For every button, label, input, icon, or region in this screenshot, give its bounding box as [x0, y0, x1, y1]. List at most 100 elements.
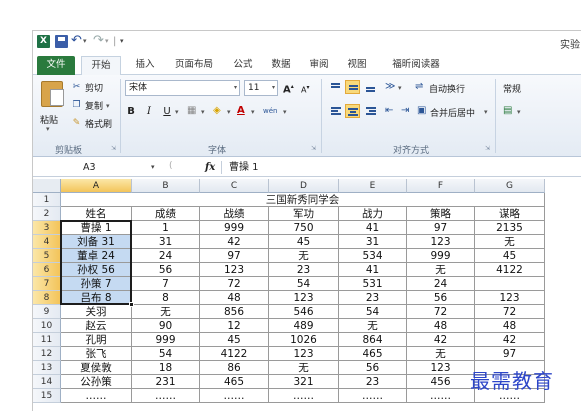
table-cell[interactable]: 48 — [200, 291, 269, 305]
font-color-button[interactable]: A — [237, 104, 245, 118]
table-cell[interactable]: 吕布 8 — [61, 291, 132, 305]
row-header-11[interactable]: 11 — [33, 333, 61, 347]
table-cell[interactable]: 56 — [407, 291, 475, 305]
align-right-button[interactable] — [363, 104, 378, 118]
table-cell[interactable]: 7 — [132, 277, 200, 291]
table-cell[interactable]: 72 — [200, 277, 269, 291]
phonetic-button[interactable]: wén — [263, 104, 277, 118]
column-header-b[interactable]: B — [132, 179, 200, 193]
clipboard-launcher-icon[interactable]: ⇲ — [111, 145, 116, 152]
table-cell[interactable]: 54 — [132, 347, 200, 361]
header-cell[interactable]: 军功 — [269, 207, 339, 221]
table-cell[interactable]: 56 — [339, 361, 407, 375]
table-cell[interactable]: …… — [200, 389, 269, 403]
table-cell[interactable]: 孙策 7 — [61, 277, 132, 291]
tab-page-layout[interactable]: 页面布局 — [169, 56, 219, 75]
header-cell[interactable]: 策略 — [407, 207, 475, 221]
table-cell[interactable]: 123 — [269, 347, 339, 361]
table-cell[interactable]: 无 — [269, 249, 339, 263]
increase-indent-icon[interactable]: ⇥ — [401, 104, 409, 118]
table-cell[interactable]: 123 — [475, 291, 545, 305]
table-cell[interactable]: 42 — [475, 333, 545, 347]
table-cell[interactable]: 张飞 — [61, 347, 132, 361]
table-cell[interactable]: 董卓 24 — [61, 249, 132, 263]
table-cell[interactable]: 无 — [269, 361, 339, 375]
table-cell[interactable]: 999 — [132, 333, 200, 347]
row-header-1[interactable]: 1 — [33, 193, 61, 207]
table-cell[interactable]: 刘备 31 — [61, 235, 132, 249]
name-box[interactable]: A3 — [45, 160, 155, 175]
table-cell[interactable]: 夏侯敦 — [61, 361, 132, 375]
fill-dropdown-icon[interactable]: ▾ — [227, 105, 231, 119]
table-cell[interactable]: 123 — [269, 291, 339, 305]
table-cell[interactable]: 999 — [407, 249, 475, 263]
table-cell[interactable]: 465 — [339, 347, 407, 361]
table-cell[interactable]: 321 — [269, 375, 339, 389]
table-cell[interactable] — [475, 277, 545, 291]
table-cell[interactable]: 42 — [200, 235, 269, 249]
insert-function-button[interactable]: fx — [205, 160, 215, 175]
tab-home[interactable]: 开始 — [81, 56, 121, 75]
column-header-e[interactable]: E — [339, 179, 407, 193]
table-cell[interactable]: 123 — [407, 235, 475, 249]
tab-formulas[interactable]: 公式 — [229, 56, 257, 75]
table-cell[interactable]: 23 — [339, 291, 407, 305]
table-cell[interactable]: 123 — [407, 361, 475, 375]
font-launcher-icon[interactable]: ⇲ — [311, 145, 316, 152]
table-cell[interactable]: 546 — [269, 305, 339, 319]
table-cell[interactable]: …… — [269, 389, 339, 403]
tab-insert[interactable]: 插入 — [131, 56, 159, 75]
table-cell[interactable]: 48 — [407, 319, 475, 333]
table-cell[interactable]: 231 — [132, 375, 200, 389]
table-cell[interactable]: 123 — [200, 263, 269, 277]
row-header-6[interactable]: 6 — [33, 263, 61, 277]
table-cell[interactable]: 45 — [269, 235, 339, 249]
table-cell[interactable]: 90 — [132, 319, 200, 333]
merge-center-button[interactable]: 合并后居中 — [430, 106, 475, 119]
table-cell[interactable]: 456 — [407, 375, 475, 389]
table-cell[interactable]: 45 — [200, 333, 269, 347]
row-header-9[interactable]: 9 — [33, 305, 61, 319]
table-cell[interactable]: 489 — [269, 319, 339, 333]
table-cell[interactable]: 1 — [132, 221, 200, 235]
alignment-launcher-icon[interactable]: ⇲ — [485, 145, 490, 152]
wrap-text-button[interactable]: 自动换行 — [429, 82, 465, 95]
grow-font-button[interactable]: A▴ — [283, 80, 294, 97]
table-cell[interactable]: 无 — [339, 319, 407, 333]
table-cell[interactable]: 孙权 56 — [61, 263, 132, 277]
format-painter-button[interactable]: ✎ 格式刷 — [71, 117, 112, 130]
row-header-2[interactable]: 2 — [33, 207, 61, 221]
table-cell[interactable]: 531 — [339, 277, 407, 291]
shrink-font-button[interactable]: A▾ — [301, 81, 310, 98]
border-dropdown-icon[interactable]: ▾ — [201, 105, 205, 119]
table-cell[interactable]: 无 — [132, 305, 200, 319]
table-cell[interactable]: 45 — [475, 249, 545, 263]
align-middle-button[interactable] — [345, 80, 360, 94]
font-size-select[interactable]: 11 ▾ — [244, 80, 278, 96]
table-cell[interactable]: …… — [61, 389, 132, 403]
currency-icon[interactable]: ▤ — [503, 104, 512, 118]
currency-dropdown-icon[interactable]: ▾ — [517, 105, 521, 119]
orientation-icon[interactable]: ≫ — [385, 80, 395, 94]
tab-view[interactable]: 视图 — [343, 56, 371, 75]
header-cell[interactable]: 谋略 — [475, 207, 545, 221]
font-name-select[interactable]: 宋体 ▾ — [125, 80, 240, 96]
table-cell[interactable]: …… — [132, 389, 200, 403]
table-cell[interactable]: 无 — [407, 263, 475, 277]
table-cell[interactable]: 31 — [339, 235, 407, 249]
column-header-d[interactable]: D — [269, 179, 339, 193]
row-header-13[interactable]: 13 — [33, 361, 61, 375]
table-cell[interactable]: 无 — [407, 347, 475, 361]
align-left-button[interactable] — [328, 104, 343, 118]
table-cell[interactable]: 曹操 1 — [61, 221, 132, 235]
table-cell[interactable]: 12 — [200, 319, 269, 333]
table-cell[interactable]: 48 — [475, 319, 545, 333]
border-icon[interactable]: ▦ — [187, 104, 196, 118]
table-cell[interactable]: …… — [407, 389, 475, 403]
merge-dropdown-icon[interactable]: ▾ — [484, 105, 488, 119]
sheet-title-cell[interactable]: 三国新秀同学会 — [61, 193, 545, 207]
select-all-button[interactable] — [33, 179, 61, 193]
customize-toolbar-icon[interactable]: ▾ — [120, 35, 133, 48]
table-cell[interactable]: 孔明 — [61, 333, 132, 347]
column-header-c[interactable]: C — [200, 179, 269, 193]
